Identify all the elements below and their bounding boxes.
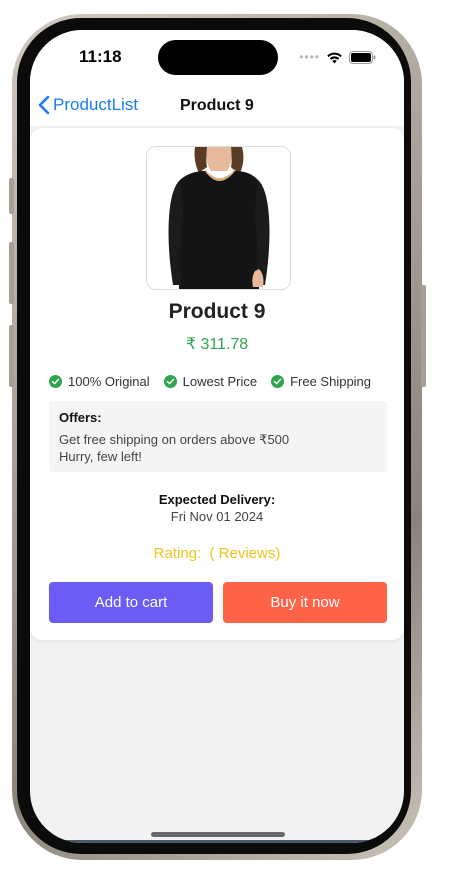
navigation-bar: ProductList Product 9 (30, 90, 404, 126)
bottom-strip (30, 840, 404, 843)
product-image (146, 146, 291, 290)
volume-down-button (9, 325, 14, 387)
offer-line: Hurry, few left! (59, 449, 142, 464)
buy-now-button[interactable]: Buy it now (223, 582, 387, 623)
offers-box: Offers: Get free shipping on orders abov… (49, 401, 387, 472)
status-time: 11:18 (79, 47, 122, 66)
power-button (421, 285, 426, 387)
feature-label: Lowest Price (182, 374, 258, 389)
feature-lowest-price: Lowest Price (163, 374, 258, 389)
back-button-label: ProductList (53, 95, 139, 114)
wifi-icon (327, 52, 342, 63)
offers-title: Offers: (59, 410, 102, 425)
feature-original: 100% Original (49, 374, 150, 389)
product-price: ₹ 311.78 (185, 336, 249, 353)
volume-up-button (9, 242, 14, 304)
check-circle-icon (271, 375, 285, 388)
rating-text: Rating: ( Reviews) (153, 545, 281, 562)
status-bar: 11:18 •••• (30, 30, 404, 90)
signal-dots-icon: •••• (299, 50, 320, 64)
offer-line: Get free shipping on orders above ₹500 (59, 432, 290, 447)
nav-title: Product 9 (180, 97, 254, 114)
product-name: Product 9 (168, 300, 266, 323)
feature-free-shipping: Free Shipping (271, 374, 371, 389)
add-to-cart-button[interactable]: Add to cart (49, 582, 213, 623)
delivery-label: Expected Delivery: (158, 492, 276, 507)
chevron-left-icon (38, 95, 50, 115)
dynamic-island (158, 40, 278, 75)
status-icons: •••• (299, 50, 376, 64)
feature-label: Free Shipping (290, 374, 372, 389)
product-card: Product 9 ₹ 311.78 100% Original Lowest … (30, 128, 404, 640)
delivery-date: Fri Nov 01 2024 (170, 509, 264, 524)
feature-label: 100% Original (68, 374, 150, 389)
home-indicator[interactable] (151, 832, 285, 837)
action-button (9, 178, 14, 214)
check-circle-icon (49, 375, 62, 388)
feature-list: 100% Original Lowest Price Free Shipping (49, 374, 371, 389)
back-button[interactable]: ProductList (38, 95, 138, 115)
product-photo-black-top (147, 147, 290, 289)
screen: 11:18 •••• ProductList Product 9 Product… (30, 30, 404, 843)
battery-icon (349, 50, 376, 64)
check-circle-icon (163, 375, 177, 388)
